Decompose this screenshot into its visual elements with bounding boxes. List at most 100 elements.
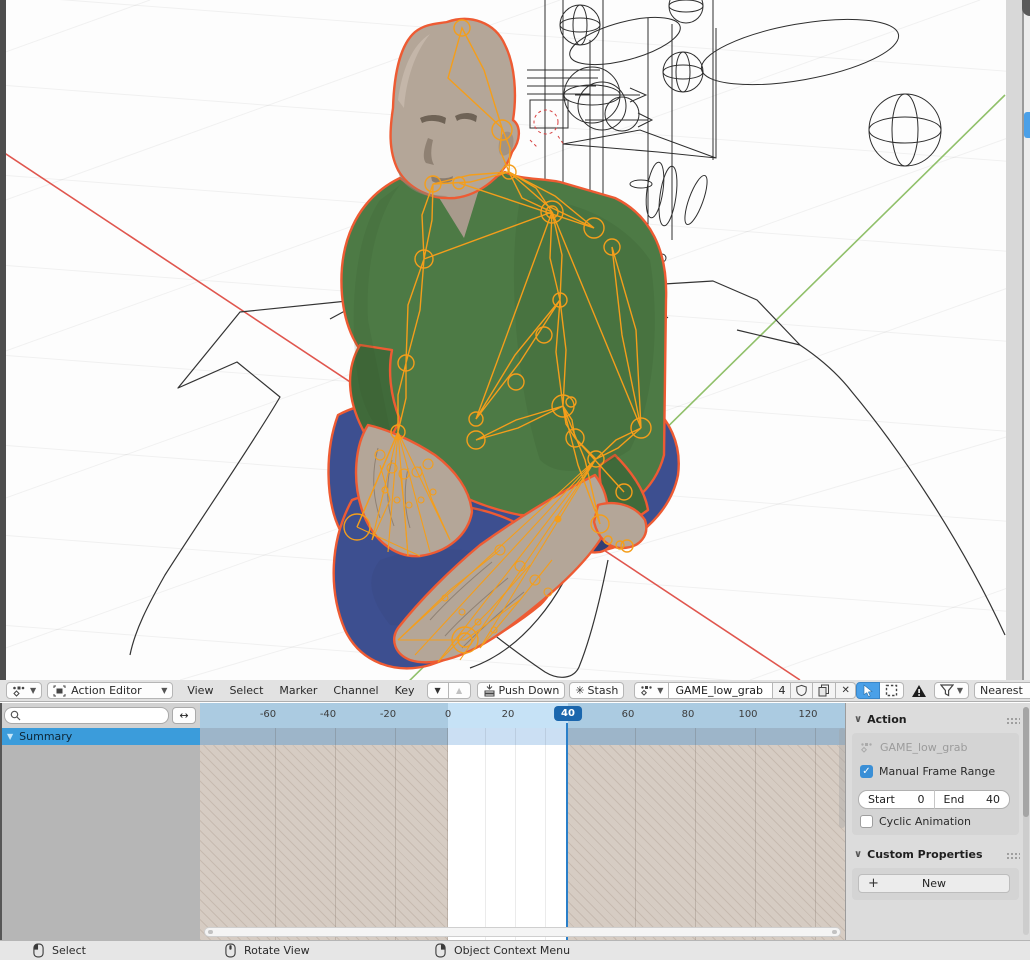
ruler-tick: 60 (622, 709, 635, 720)
scrollbar-end-nub[interactable] (832, 930, 837, 934)
stash-icon: ✳ (575, 684, 584, 697)
chevron-down-icon: ∨ (854, 715, 862, 725)
cyclic-animation-row: Cyclic Animation (860, 815, 971, 828)
new-property-button[interactable]: + New (858, 874, 1010, 893)
constraint-dashed-circle (530, 110, 564, 148)
ruler-tick: 20 (502, 709, 515, 720)
move-up-button-disabled[interactable]: ▲ (449, 682, 471, 699)
dopesheet-body: ↔ ▼ Summary (0, 703, 1030, 940)
frame-gridline (635, 728, 636, 940)
current-frame-line[interactable] (566, 723, 568, 940)
menu-select[interactable]: Select (221, 684, 271, 697)
linked-action-row[interactable]: GAME_low_grab (860, 741, 968, 754)
errors-toggle[interactable] (908, 684, 930, 698)
fake-user-button[interactable] (791, 682, 813, 699)
action-users-count[interactable]: 4 (773, 682, 791, 699)
warning-icon (911, 684, 927, 698)
manual-frame-range-checkbox[interactable]: ✓ (860, 765, 873, 778)
cyclic-animation-checkbox[interactable] (860, 815, 873, 828)
stash-button[interactable]: ✳ Stash (569, 682, 624, 699)
channel-search-row: ↔ (0, 703, 200, 728)
action-panel-title: Action (867, 713, 906, 726)
duplicate-icon (818, 684, 830, 697)
summary-label: Summary (19, 730, 72, 743)
status-context-menu-label: Object Context Menu (454, 944, 570, 957)
editor-type-dropdown[interactable]: ▼ (6, 682, 42, 699)
viewport-scene (0, 0, 1030, 680)
status-select-label: Select (52, 944, 86, 957)
panel-drag-gripper[interactable] (1006, 717, 1020, 724)
manual-frame-range-label: Manual Frame Range (879, 765, 995, 778)
expand-triangle-icon[interactable]: ▼ (7, 732, 13, 741)
menu-marker[interactable]: Marker (271, 684, 325, 697)
summary-channel[interactable]: ▼ Summary (0, 728, 200, 745)
manual-frame-range-row: ✓ Manual Frame Range (860, 765, 995, 778)
timeline-ruler[interactable]: -60 -40 -20 0 20 60 80 100 120 40 (200, 703, 845, 728)
end-label: End (944, 793, 965, 806)
start-frame-field[interactable]: Start 0 (858, 790, 934, 809)
action-selector-dropdown[interactable]: ▼ (634, 682, 669, 699)
3d-viewport[interactable] (0, 0, 1030, 681)
ruler-tick: 80 (682, 709, 695, 720)
chevron-down-icon: ▼ (30, 687, 36, 695)
end-frame-field[interactable]: End 40 (934, 790, 1011, 809)
panel-drag-gripper[interactable] (1006, 852, 1020, 859)
linked-action-name: GAME_low_grab (880, 741, 968, 754)
status-context-menu-hint: Object Context Menu (435, 943, 570, 958)
origin-dot (555, 516, 562, 523)
window-left-edge (0, 0, 6, 680)
chevron-down-icon: ▼ (957, 687, 963, 695)
check-icon: ✓ (862, 766, 870, 777)
filter-funnel-icon (940, 684, 954, 697)
ruler-tick: 100 (738, 709, 757, 720)
menu-key[interactable]: Key (387, 684, 423, 697)
dopesheet-header: ▼ Action Editor ▼ View Select Marker Cha… (0, 680, 1030, 702)
adjacent-editor-strip (1006, 0, 1024, 680)
channel-search-input[interactable] (4, 707, 169, 724)
show-hidden-toggle[interactable] (880, 682, 904, 699)
menu-view[interactable]: View (179, 684, 221, 697)
scrollbar-end-nub[interactable] (208, 930, 213, 934)
range-icon: ↔ (179, 709, 188, 722)
stash-label: Stash (588, 684, 619, 697)
chevron-down-icon: ▼ (657, 687, 663, 695)
filter-dropdown[interactable]: ▼ (934, 682, 969, 699)
search-icon (10, 710, 21, 721)
menu-channel[interactable]: Channel (325, 684, 386, 697)
character-head (391, 19, 519, 198)
channel-panel: ↔ ▼ Summary (0, 703, 200, 940)
action-icon (860, 742, 874, 753)
filter-range-button[interactable]: ↔ (172, 707, 196, 724)
action-icon (640, 685, 654, 696)
sidebar-scrollbar[interactable] (1023, 707, 1029, 944)
ruler-tick: 120 (798, 709, 817, 720)
move-down-button[interactable]: ▼ (427, 682, 449, 699)
new-action-button[interactable] (813, 682, 836, 699)
mode-select[interactable]: Action Editor ▼ (47, 682, 173, 699)
close-icon: ✕ (841, 685, 849, 696)
unlink-action-button[interactable]: ✕ (836, 682, 855, 699)
action-name-field[interactable]: GAME_low_grab (669, 682, 773, 699)
status-rotate-hint: Rotate View (225, 943, 310, 958)
adjacent-editor-active-tab[interactable] (1024, 112, 1030, 138)
chevron-down-icon: ∨ (854, 850, 862, 860)
timeline-area[interactable]: -60 -40 -20 0 20 60 80 100 120 40 (200, 703, 845, 940)
custom-properties-title: Custom Properties (867, 848, 982, 861)
action-panel-header[interactable]: ∨ Action (854, 713, 907, 726)
only-selected-toggle[interactable] (856, 682, 880, 699)
frame-gridline (695, 728, 696, 940)
push-down-button[interactable]: Push Down (477, 682, 566, 699)
mouse-middle-icon (225, 943, 236, 958)
frame-gridline (515, 728, 516, 940)
frame-gridline (545, 728, 546, 940)
frame-gridline (447, 728, 448, 940)
dopesheet-editor-icon (12, 685, 27, 697)
snap-mode-dropdown[interactable]: Nearest F (974, 682, 1030, 699)
in-range-region (448, 728, 568, 940)
push-down-icon (483, 684, 496, 697)
horizontal-scrollbar[interactable] (204, 927, 841, 937)
custom-properties-header[interactable]: ∨ Custom Properties (854, 848, 983, 861)
frame-gridline (275, 728, 276, 940)
mode-label: Action Editor (71, 684, 142, 697)
current-frame-badge[interactable]: 40 (554, 706, 582, 721)
